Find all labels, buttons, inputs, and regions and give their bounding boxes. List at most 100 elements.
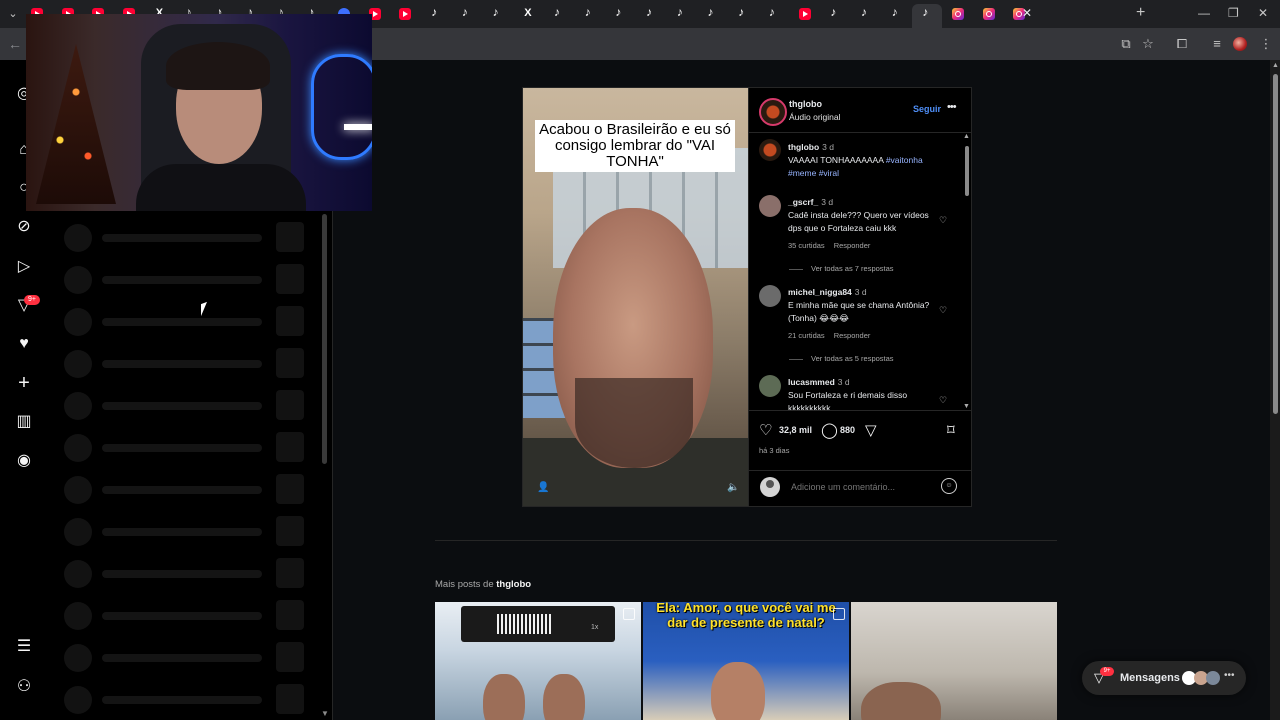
like-comment-heart-icon[interactable]: ♡ xyxy=(939,395,947,406)
restore-icon[interactable]: ❐ xyxy=(1228,6,1239,20)
commenter-avatar[interactable] xyxy=(759,375,781,397)
install-app-icon[interactable]: ⧉ xyxy=(1118,36,1134,52)
puzzle-icon[interactable]: ⧠ xyxy=(1174,36,1190,52)
browser-tab[interactable] xyxy=(697,4,727,24)
audio-label[interactable]: Áudio original xyxy=(789,112,841,122)
comment-likes[interactable]: 21 curtidas xyxy=(788,331,825,340)
browser-tab[interactable] xyxy=(790,4,820,24)
browser-tab[interactable] xyxy=(912,4,943,28)
reply-button[interactable]: Responder xyxy=(834,241,871,250)
caption-username[interactable]: thglobo 3 d xyxy=(788,142,834,152)
browser-tab[interactable] xyxy=(605,4,635,24)
view-replies[interactable]: Ver todas as 5 respostas xyxy=(789,354,894,363)
browser-tab[interactable] xyxy=(820,4,850,24)
skeleton-placeholder xyxy=(276,390,304,420)
scroll-down-arrow-icon[interactable]: ▼ xyxy=(963,403,970,410)
browser-tab[interactable] xyxy=(636,4,666,24)
comment-username[interactable]: michel_nigga84 xyxy=(788,287,852,297)
more-options-icon[interactable]: ••• xyxy=(947,101,957,113)
profile-icon[interactable]: ◉ xyxy=(14,451,34,471)
save-bookmark-icon[interactable]: ⌑ xyxy=(947,421,955,439)
explore-icon[interactable]: ⊘ xyxy=(14,217,34,237)
add-comment-input[interactable] xyxy=(789,481,933,493)
emoji-picker-icon[interactable]: ☺ xyxy=(941,478,957,494)
like-comment-heart-icon[interactable]: ♡ xyxy=(939,215,947,226)
comments-scroll-thumb[interactable] xyxy=(965,146,969,196)
dashboard-icon[interactable]: ▥ xyxy=(14,412,34,432)
post-actions: ♡ 32,8 mil ◯ 880 ▽ ⌑ há 3 dias xyxy=(749,410,972,471)
comment-likes[interactable]: 35 curtidas xyxy=(788,241,825,250)
like-heart-icon[interactable]: ♡ xyxy=(759,421,772,439)
more-posts-user[interactable]: thglobo xyxy=(496,579,531,590)
author-avatar-small[interactable] xyxy=(759,139,781,161)
scroll-up-arrow-icon[interactable]: ▲ xyxy=(963,133,970,140)
browser-tab[interactable] xyxy=(943,4,973,24)
comments-scrollbar[interactable]: ▲ ▼ xyxy=(962,133,972,410)
share-send-icon[interactable]: ▽ xyxy=(865,421,877,439)
commenter-avatar[interactable] xyxy=(759,285,781,307)
more-menu-icon[interactable]: ☰ xyxy=(14,637,34,657)
kebab-menu-icon[interactable]: ⋮ xyxy=(1258,36,1274,52)
comment-bubble-icon[interactable]: ◯ xyxy=(821,421,838,439)
post-thumbnail[interactable]: Ela: Amor, o que você vai me dar de pres… xyxy=(643,602,849,720)
profile-avatar-icon[interactable] xyxy=(1233,37,1247,51)
browser-tab[interactable] xyxy=(851,4,881,24)
post-thumbnail[interactable] xyxy=(851,602,1057,720)
messages-button[interactable]: ▽ 9+ Mensagens ••• xyxy=(1082,661,1246,695)
browser-tab[interactable] xyxy=(421,4,451,24)
comment-header[interactable]: michel_nigga84 3 d xyxy=(788,287,867,297)
author-avatar[interactable] xyxy=(759,98,787,126)
tab-search-chevron-down-icon[interactable]: ⌄ xyxy=(4,5,22,23)
caption-user[interactable]: thglobo xyxy=(788,142,819,152)
comment-text: E minha mãe que se chama Antônia?(Tonha)… xyxy=(788,300,930,323)
browser-tab[interactable] xyxy=(513,4,543,24)
tt-favicon-icon xyxy=(430,5,442,20)
skeleton-placeholder xyxy=(102,276,262,284)
commenter-avatar[interactable] xyxy=(759,195,781,217)
browser-tab[interactable] xyxy=(452,4,482,24)
comment-username[interactable]: lucasmmed xyxy=(788,377,835,387)
meta-icon[interactable]: ⚇ xyxy=(14,677,34,697)
view-replies[interactable]: Ver todas as 7 respostas xyxy=(789,264,894,273)
scroll-up-arrow-icon[interactable]: ▲ xyxy=(1272,62,1279,69)
like-comment-heart-icon[interactable]: ♡ xyxy=(939,305,947,316)
browser-tab[interactable] xyxy=(759,4,789,24)
browser-tab[interactable] xyxy=(575,4,605,24)
tagged-user-icon[interactable]: 👤 xyxy=(537,482,549,493)
create-icon[interactable]: + xyxy=(14,373,34,393)
scroll-down-arrow-icon[interactable]: ▼ xyxy=(321,709,329,718)
comment-time: 3 d xyxy=(821,197,834,207)
back-arrow-icon[interactable]: ← xyxy=(8,36,22,52)
reel-video[interactable]: Acabou o Brasileirão e eu só consigo lem… xyxy=(523,88,748,506)
heart-icon[interactable]: ♥ xyxy=(14,334,34,354)
reels-icon[interactable]: ▷ xyxy=(14,257,34,277)
star-icon[interactable]: ☆ xyxy=(1140,36,1156,52)
more-dots-icon: ••• xyxy=(1224,670,1235,681)
new-tab-plus-icon[interactable]: + xyxy=(1136,5,1145,21)
browser-tab[interactable] xyxy=(667,4,697,24)
follow-button[interactable]: Seguir xyxy=(913,104,941,114)
tt-favicon-icon xyxy=(492,5,504,20)
browser-tab[interactable] xyxy=(728,4,758,24)
comment-username[interactable]: _gscrf_ xyxy=(788,197,818,207)
comment-header[interactable]: lucasmmed 3 d xyxy=(788,377,850,387)
minimize-icon[interactable]: — xyxy=(1198,6,1210,20)
browser-tab[interactable] xyxy=(483,4,513,24)
browser-tab[interactable] xyxy=(974,4,1004,24)
post-thumbnail[interactable]: 1x xyxy=(435,602,641,720)
media-controls-icon[interactable]: ≡ xyxy=(1209,36,1225,52)
skeleton-placeholder xyxy=(276,222,304,252)
browser-tab[interactable] xyxy=(390,4,420,24)
browser-tab[interactable] xyxy=(882,4,912,24)
page-scroll-thumb[interactable] xyxy=(1273,74,1278,414)
author-username[interactable]: thglobo xyxy=(789,99,822,109)
page-scrollbar[interactable]: ▲ xyxy=(1270,60,1280,720)
panel-scrollbar[interactable] xyxy=(322,214,327,464)
close-window-icon[interactable]: ✕ xyxy=(1258,6,1268,20)
browser-tab[interactable] xyxy=(544,4,574,24)
reply-button[interactable]: Responder xyxy=(834,331,871,340)
close-tab-icon[interactable]: ✕ xyxy=(1020,6,1034,20)
comment-header[interactable]: _gscrf_ 3 d xyxy=(788,197,833,207)
volume-icon[interactable]: 🔈 xyxy=(727,482,739,493)
likes-count[interactable]: 32,8 mil xyxy=(779,425,812,435)
